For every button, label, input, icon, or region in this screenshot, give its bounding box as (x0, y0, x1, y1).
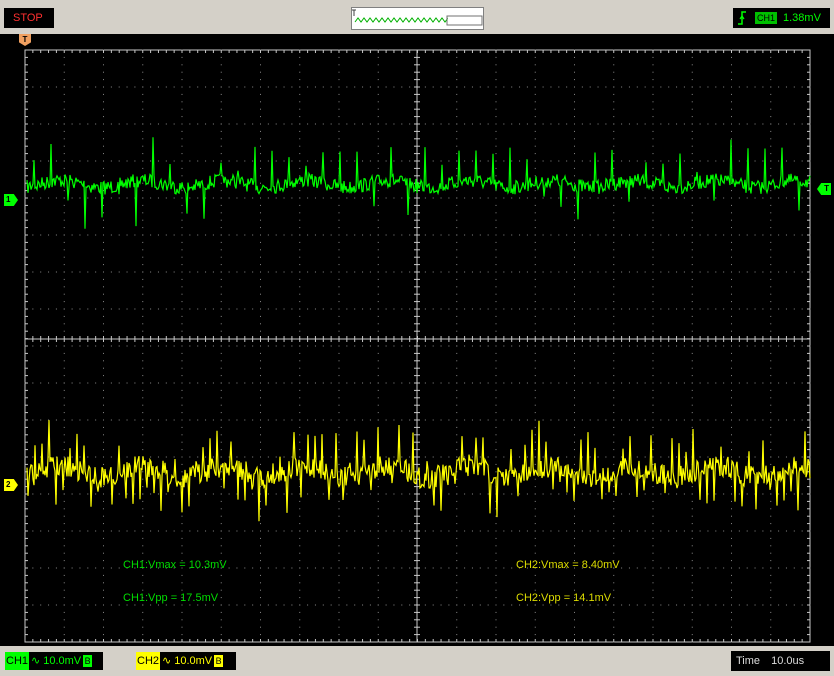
scope-display[interactable]: T 1 2 T CH1:Vmax = 10.3mV CH1:Vpp = 17.5… (0, 34, 834, 646)
toolbar: STOP CH1 1.38mV (0, 0, 834, 34)
ch2-settings[interactable]: CH2 ∿ 10.0mV B (136, 652, 236, 670)
ch1-vmax-measurement: CH1:Vmax = 10.3mV (123, 559, 227, 571)
rising-edge-icon (738, 11, 746, 25)
ch1-trace (26, 137, 811, 229)
bandwidth-limit-icon: B (83, 655, 93, 668)
bandwidth-limit-icon: B (214, 655, 224, 668)
ac-coupling-icon: ∿ (162, 655, 172, 667)
run-stop-button[interactable]: STOP (4, 8, 54, 28)
ac-coupling-icon: ∿ (31, 655, 41, 667)
time-label: Time (736, 655, 761, 667)
ch2-vmax-measurement: CH2:Vmax = 8.40mV (516, 559, 620, 571)
waveform-traces (26, 137, 811, 522)
ch2-label: CH2 (136, 652, 161, 670)
ch2-trace (26, 420, 811, 522)
status-bar: CH1 ∿ 10.0mV B CH2 ∿ 10.0mV B Time 10.0us (0, 646, 834, 676)
trigger-info[interactable]: CH1 1.38mV (733, 8, 830, 28)
ch2-scale: 10.0mV (174, 655, 213, 667)
ch2-vpp-measurement: CH2:Vpp = 14.1mV (516, 592, 612, 604)
ch1-label: CH1 (5, 652, 30, 670)
ch1-vpp-measurement: CH1:Vpp = 17.5mV (123, 592, 219, 604)
trigger-level: 1.38mV (783, 12, 821, 24)
waveform-overview-icon[interactable] (351, 7, 484, 30)
ch1-scale: 10.0mV (43, 655, 82, 667)
time-scale: 10.0us (771, 655, 805, 667)
timebase-settings[interactable]: Time 10.0us (731, 651, 830, 671)
trigger-source: CH1 (755, 12, 778, 24)
ch1-settings[interactable]: CH1 ∿ 10.0mV B (5, 652, 103, 670)
